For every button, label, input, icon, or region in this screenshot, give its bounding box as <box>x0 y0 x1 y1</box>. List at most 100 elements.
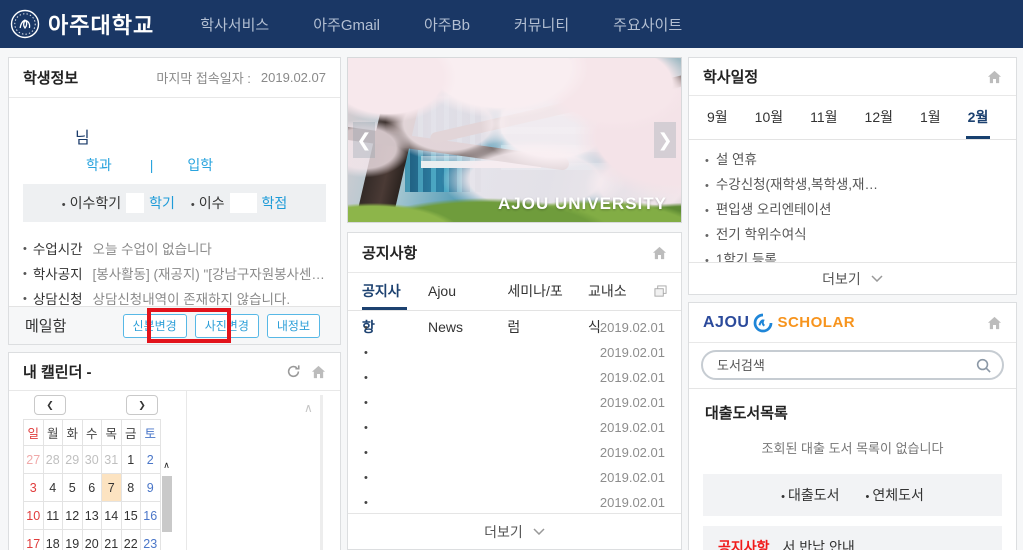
notices-more-button[interactable]: 더보기 <box>348 513 681 549</box>
student-info-header: 학생정보 마지막 접속일자 : 2019.02.07 <box>9 58 340 98</box>
scrollbar-thumb[interactable] <box>162 476 172 532</box>
weekday-sat: 토 <box>141 420 161 446</box>
credit-unit: 학점 <box>262 193 288 213</box>
tab-seminar-forum[interactable]: 세미나/포럼 <box>507 273 567 310</box>
my-info-button[interactable]: 내정보 <box>267 314 320 338</box>
calendar-day[interactable]: 11 <box>43 502 63 530</box>
calendar-day[interactable]: 9 <box>141 474 161 502</box>
notice-item[interactable]: 2019.02.01 <box>348 490 681 515</box>
change-status-button[interactable]: 신분변경 <box>123 314 187 338</box>
calendar-day[interactable]: 30 <box>82 446 102 474</box>
carousel-prev-button[interactable]: ❮ <box>353 122 375 158</box>
search-icon[interactable] <box>975 357 992 379</box>
book-search-input[interactable] <box>701 350 1004 380</box>
calendar-day[interactable]: 10 <box>24 502 44 530</box>
overdue-books-link[interactable]: 연체도서 <box>866 485 924 505</box>
schedule-title: 학사일정 <box>703 66 758 87</box>
notice-item[interactable]: 2019.02.01 <box>348 440 681 465</box>
calendar-scrollbar[interactable]: ∧ <box>160 459 173 532</box>
open-window-icon[interactable] <box>654 285 667 298</box>
calendar-week-row: 17 18 19 20 21 22 23 <box>24 530 161 550</box>
calendar-day[interactable]: 31 <box>102 446 122 474</box>
carousel-next-button[interactable]: ❯ <box>654 122 676 158</box>
menu-item-ajou-bb[interactable]: 아주Bb <box>424 14 470 35</box>
calendar-day[interactable]: 19 <box>63 530 83 550</box>
home-icon[interactable] <box>987 316 1002 330</box>
library-notice-row[interactable]: 공지사항 서 반납 안내 <box>703 526 1002 550</box>
tab-campus-news[interactable]: 교내소식 <box>588 273 633 310</box>
schedule-item[interactable]: 전기 학위수여식 <box>705 223 1000 248</box>
calendar-day[interactable]: 14 <box>102 502 122 530</box>
home-icon[interactable] <box>311 365 326 379</box>
month-tab-nov[interactable]: 11월 <box>808 96 839 139</box>
schedule-item[interactable]: 수강신청(재학생,복학생,재… <box>705 173 1000 198</box>
schedule-item[interactable]: 편입생 오리엔테이션 <box>705 198 1000 223</box>
borrowed-books-link[interactable]: 대출도서 <box>781 485 839 505</box>
calendar-next-button[interactable]: ❯ <box>126 395 158 415</box>
scholar-header: AJOU SCHOLAR <box>689 303 1016 343</box>
notice-item[interactable]: 2019.02.01 <box>348 390 681 415</box>
calendar-day[interactable]: 1 <box>121 446 141 474</box>
calendar-prev-button[interactable]: ❮ <box>34 395 66 415</box>
schedule-more-button[interactable]: 더보기 <box>689 262 1016 294</box>
calendar-day[interactable]: 23 <box>141 530 161 550</box>
schedule-item[interactable]: 설 연휴 <box>705 148 1000 173</box>
refresh-icon[interactable] <box>286 364 301 379</box>
home-icon[interactable] <box>652 246 667 260</box>
calendar-day[interactable]: 13 <box>82 502 102 530</box>
change-photo-button[interactable]: 사진변경 <box>195 314 259 338</box>
month-tab-jan[interactable]: 1월 <box>918 96 943 139</box>
academic-notice-row[interactable]: 학사공지 [봉사활동] (재공지) "[강남구자원봉사센터]… <box>23 262 326 287</box>
ajou-scholar-panel: AJOU SCHOLAR 대출도서목록 조회 <box>688 302 1017 550</box>
mini-calendar: 일 월 화 수 목 금 토 27 28 29 30 31 1 2 3 4 5 6… <box>23 419 161 550</box>
mailbox-link[interactable]: 메일함 <box>25 315 66 336</box>
calendar-day[interactable]: 12 <box>63 502 83 530</box>
menu-item-major-sites[interactable]: 주요사이트 <box>613 14 682 35</box>
calendar-day[interactable]: 2 <box>141 446 161 474</box>
calendar-day[interactable]: 20 <box>82 530 102 550</box>
ajou-scholar-logo[interactable]: AJOU SCHOLAR <box>703 313 855 333</box>
calendar-day[interactable]: 29 <box>63 446 83 474</box>
month-tab-feb[interactable]: 2월 <box>966 96 991 139</box>
calendar-day[interactable]: 28 <box>43 446 63 474</box>
loan-quick-links: 대출도서 연체도서 <box>703 474 1002 516</box>
calendar-day[interactable]: 15 <box>121 502 141 530</box>
menu-item-academic-services[interactable]: 학사서비스 <box>200 14 269 35</box>
my-calendar-header: 내 캘린더 - <box>9 353 340 391</box>
month-tab-oct[interactable]: 10월 <box>753 96 785 139</box>
calendar-day[interactable]: 5 <box>63 474 83 502</box>
home-icon[interactable] <box>987 70 1002 84</box>
notice-item[interactable]: 2019.02.01 <box>348 465 681 490</box>
notice-item[interactable]: 2019.02.01 <box>348 365 681 390</box>
calendar-day[interactable]: 8 <box>121 474 141 502</box>
notice-item[interactable]: 2019.02.01 <box>348 415 681 440</box>
events-scroll-up-icon[interactable]: ∧ <box>304 401 313 415</box>
tab-notices[interactable]: 공지사항 <box>362 273 407 310</box>
calendar-day[interactable]: 17 <box>24 530 44 550</box>
university-logo[interactable]: 아주대학교 <box>10 8 154 40</box>
class-time-label: 수업시간 <box>33 237 83 262</box>
calendar-day[interactable]: 16 <box>141 502 161 530</box>
events-scrollbar-track[interactable] <box>320 395 323 550</box>
calendar-day[interactable]: 6 <box>82 474 102 502</box>
calendar-day[interactable]: 21 <box>102 530 122 550</box>
student-info-title: 학생정보 <box>23 67 78 88</box>
calendar-day-today[interactable]: 7 <box>102 474 122 502</box>
student-info-rows: 수업시간 오늘 수업이 없습니다 학사공지 [봉사활동] (재공지) "[강남구… <box>23 237 326 312</box>
calendar-week-row: 3 4 5 6 7 8 9 <box>24 474 161 502</box>
weekday-sun: 일 <box>24 420 44 446</box>
menu-item-ajou-gmail[interactable]: 아주Gmail <box>313 14 380 35</box>
notices-header: 공지사항 <box>348 233 681 273</box>
calendar-day[interactable]: 27 <box>24 446 44 474</box>
university-name: 아주대학교 <box>48 8 154 40</box>
month-tab-sep[interactable]: 9월 <box>705 96 730 139</box>
calendar-day[interactable]: 3 <box>24 474 44 502</box>
tab-ajou-news[interactable]: Ajou News <box>428 273 486 310</box>
scroll-up-icon[interactable]: ∧ <box>160 459 173 471</box>
calendar-day[interactable]: 18 <box>43 530 63 550</box>
calendar-day[interactable]: 22 <box>121 530 141 550</box>
calendar-day[interactable]: 4 <box>43 474 63 502</box>
menu-item-community[interactable]: 커뮤니티 <box>514 14 569 35</box>
month-tab-dec[interactable]: 12월 <box>863 96 895 139</box>
dept-separator: | <box>150 157 154 173</box>
